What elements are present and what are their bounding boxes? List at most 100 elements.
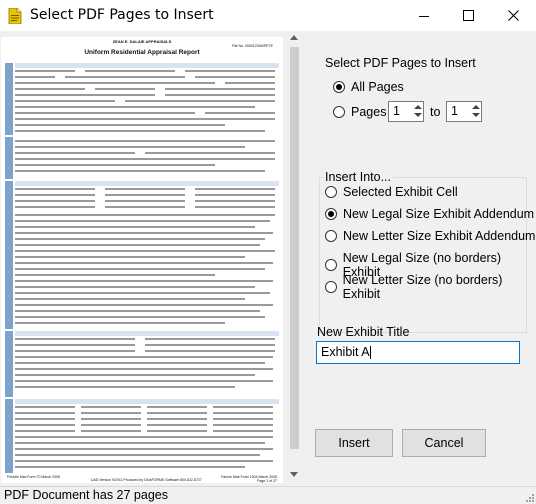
radio-selected-icon — [333, 81, 345, 93]
form-row — [15, 139, 279, 143]
insert-option-letter-no-borders[interactable]: New Letter Size (no borders) Exhibit — [325, 273, 536, 301]
form-row — [15, 367, 279, 371]
exhibit-title-label: New Exhibit Title — [317, 325, 410, 339]
insert-group-title: Insert Into... — [323, 170, 394, 184]
section-site — [5, 331, 13, 397]
form-row — [15, 243, 279, 247]
form-row — [15, 303, 279, 307]
form-row — [15, 157, 279, 161]
form-row — [15, 465, 279, 469]
minimize-button[interactable] — [401, 0, 446, 31]
form-row — [15, 453, 279, 457]
form-row — [15, 249, 279, 253]
from-page-spinner[interactable] — [412, 101, 424, 122]
preview-scrollbar[interactable] — [286, 31, 303, 486]
resize-grip-icon[interactable] — [524, 492, 534, 502]
form-row — [15, 355, 279, 359]
radio-selected-icon — [325, 208, 337, 220]
insert-option-label: Selected Exhibit Cell — [343, 185, 458, 199]
spin-up-icon[interactable] — [472, 105, 480, 109]
section-neighborhood — [5, 181, 13, 329]
insert-option-label: New Legal Size Exhibit Addendum — [343, 207, 535, 221]
form-row — [15, 423, 279, 427]
spin-down-icon[interactable] — [472, 113, 480, 117]
radio-unselected-icon — [325, 230, 337, 242]
form-row — [15, 273, 279, 277]
scrollbar-thumb[interactable] — [290, 47, 299, 449]
form-row — [15, 417, 279, 421]
section-contract — [5, 137, 13, 179]
appraisal-document-thumbnail: ZEAN E. DALAIE APPRAISALS File No. 00001… — [1, 37, 283, 483]
insert-option-legal-addendum[interactable]: New Legal Size Exhibit Addendum — [325, 207, 534, 221]
dialog-content: ZEAN E. DALAIE APPRAISALS File No. 00001… — [0, 31, 536, 486]
minimize-icon — [418, 15, 429, 17]
form-row — [15, 315, 279, 319]
footer-left: Freddie Mac Form 70 March 2005 — [7, 475, 60, 479]
form-band — [15, 181, 279, 186]
form-row — [15, 111, 279, 115]
file-number: File No. 00001234WPETE — [231, 44, 273, 48]
exhibit-title-input[interactable]: Exhibit A — [316, 341, 520, 364]
close-button[interactable] — [491, 0, 536, 31]
form-row — [15, 199, 279, 203]
pages-group-title: Select PDF Pages to Insert — [325, 56, 476, 70]
form-row — [15, 219, 279, 223]
form-row — [15, 213, 279, 217]
form-row — [15, 225, 279, 229]
all-pages-radio[interactable]: All Pages — [333, 80, 404, 94]
radio-unselected-icon — [325, 259, 337, 271]
pages-range-radio[interactable]: Pages — [333, 105, 386, 119]
exhibit-title-value: Exhibit A — [321, 345, 370, 359]
text-cursor — [369, 346, 371, 360]
form-row — [15, 105, 279, 109]
pdf-app-icon — [8, 8, 22, 24]
form-row — [15, 123, 279, 127]
spin-up-icon[interactable] — [414, 105, 422, 109]
radio-unselected-icon — [333, 106, 345, 118]
form-row — [15, 279, 279, 283]
form-row — [15, 349, 279, 353]
maximize-button[interactable] — [446, 0, 491, 31]
spin-down-icon[interactable] — [414, 113, 422, 117]
form-row — [15, 117, 279, 121]
form-row — [15, 87, 279, 91]
section-subject — [5, 63, 13, 135]
all-pages-label: All Pages — [351, 80, 404, 94]
insert-option-selected-exhibit-cell[interactable]: Selected Exhibit Cell — [325, 185, 458, 199]
form-band — [15, 399, 279, 404]
form-row — [15, 231, 279, 235]
form-row — [15, 441, 279, 445]
footer-center: UAD Version 9/2011 Produced by ClickFORM… — [91, 478, 202, 482]
insert-option-label: New Letter Size (no borders) Exhibit — [342, 273, 503, 301]
form-row — [15, 145, 279, 149]
form-row — [15, 291, 279, 295]
form-row — [15, 99, 279, 103]
form-row — [15, 309, 279, 313]
close-icon — [508, 10, 519, 21]
form-row — [15, 337, 279, 341]
form-row — [15, 205, 279, 209]
form-row — [15, 435, 279, 439]
form-row — [15, 405, 279, 409]
radio-unselected-icon — [325, 281, 337, 293]
cancel-button[interactable]: Cancel — [402, 429, 486, 457]
form-row — [15, 129, 279, 133]
insert-option-letter-addendum[interactable]: New Letter Size Exhibit Addendum — [325, 229, 535, 243]
form-row — [15, 285, 279, 289]
to-label: to — [430, 105, 441, 119]
to-page-spinner[interactable] — [470, 101, 482, 122]
form-row — [15, 93, 279, 97]
insert-option-label: New Letter Size Exhibit Addendum — [343, 229, 536, 243]
form-row — [15, 151, 279, 155]
form-row — [15, 69, 279, 73]
status-bar: PDF Document has 27 pages — [0, 486, 536, 504]
scroll-up-arrow-icon[interactable] — [290, 35, 298, 40]
scroll-down-arrow-icon[interactable] — [290, 472, 298, 477]
pdf-page-preview[interactable]: ZEAN E. DALAIE APPRAISALS File No. 00001… — [1, 37, 283, 483]
form-row — [15, 411, 279, 415]
form-row — [15, 237, 279, 241]
insert-button[interactable]: Insert — [315, 429, 393, 457]
form-band — [15, 331, 279, 336]
form-row — [15, 343, 279, 347]
form-row — [15, 81, 279, 85]
